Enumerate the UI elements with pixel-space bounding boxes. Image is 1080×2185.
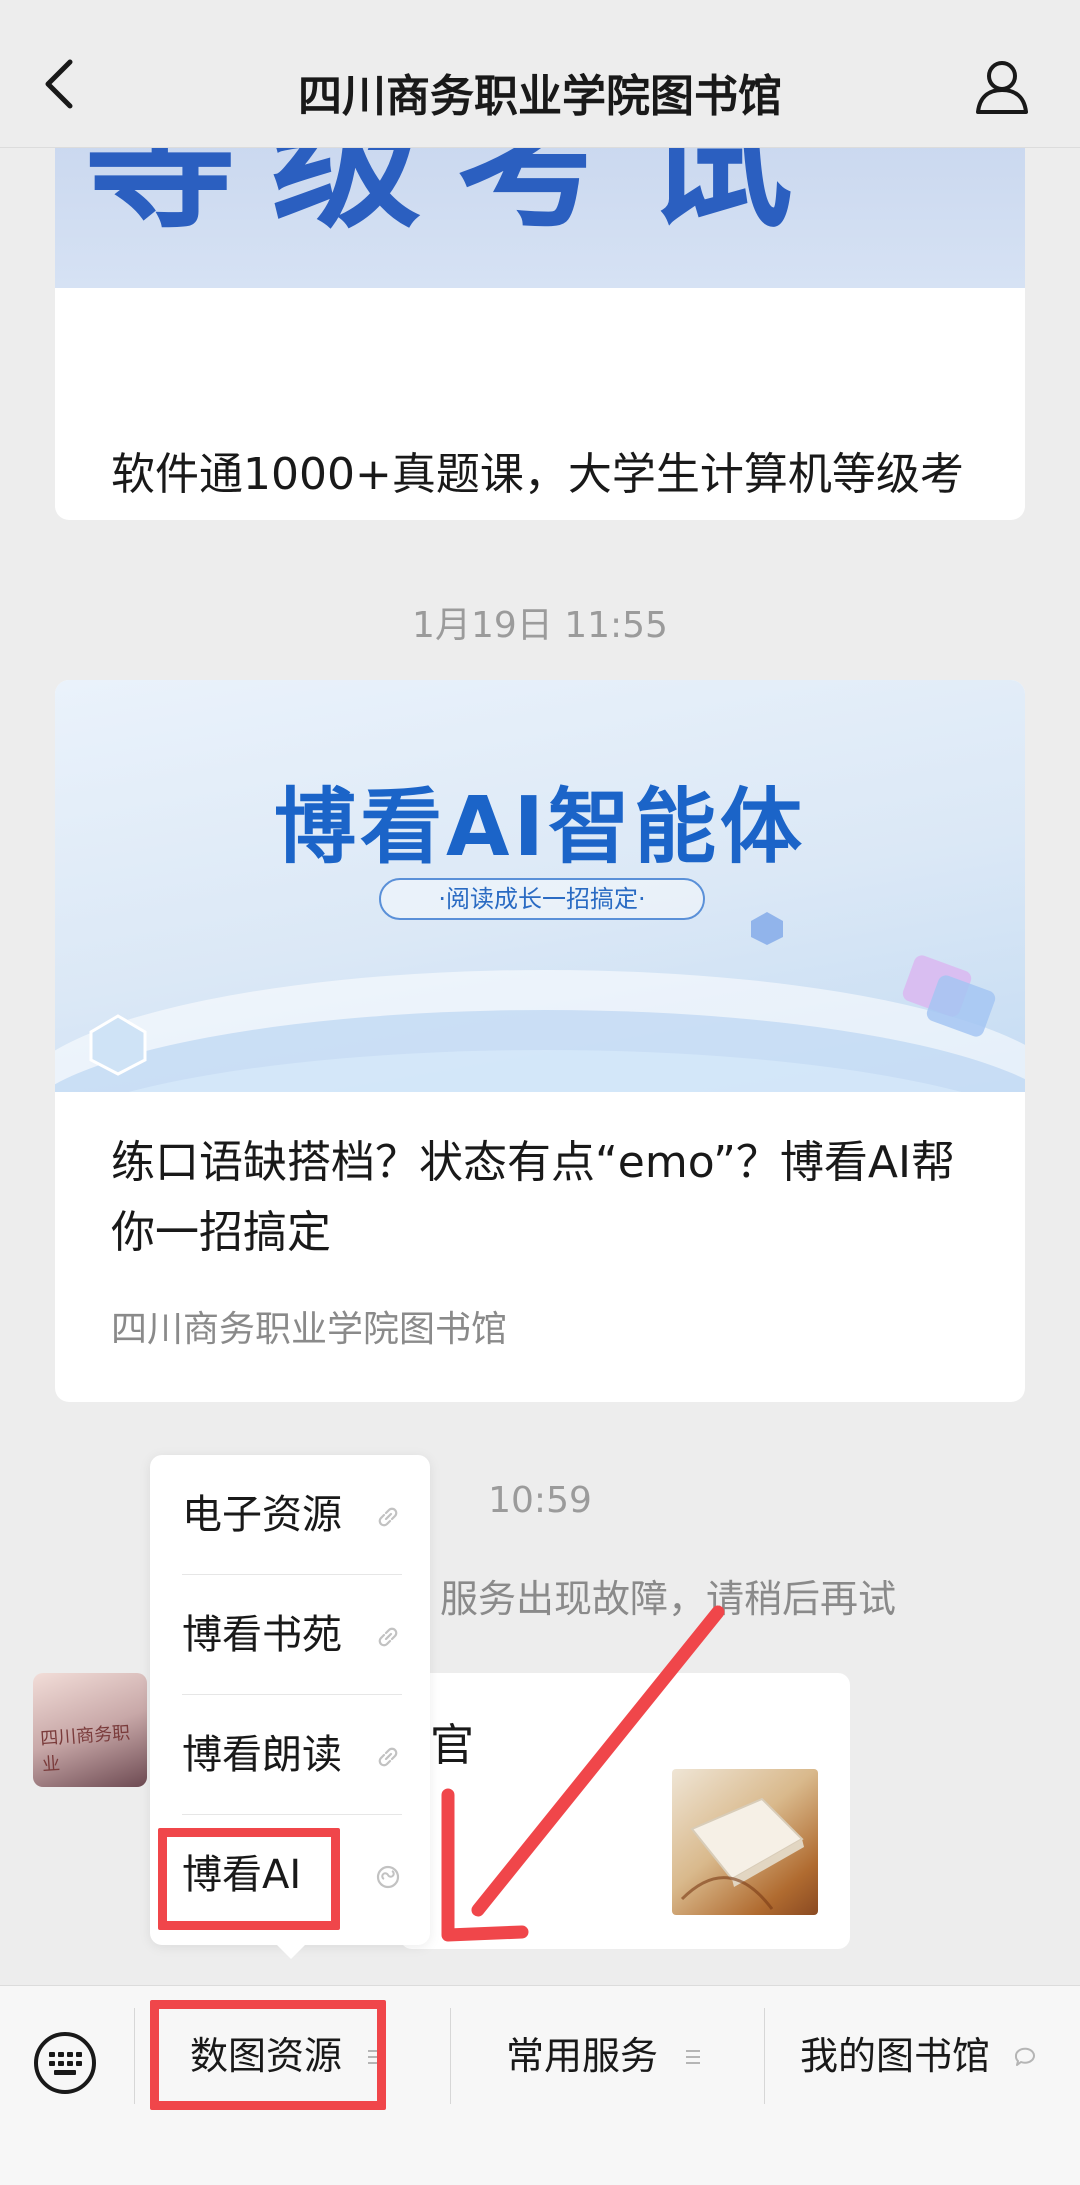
chat-bubble-icon: [1014, 2047, 1035, 2066]
mini-program-icon: [376, 1865, 400, 1889]
banner-subtitle: ·阅读成长一招搞定·: [379, 878, 705, 920]
message-thumbnail: [672, 1769, 818, 1915]
bottom-menu-bar: 数图资源 常用服务 我的图书馆: [0, 1985, 1080, 2185]
menu-item-bookan-langdu[interactable]: 博看朗读: [182, 1695, 402, 1815]
user-profile-icon[interactable]: [972, 56, 1032, 116]
menu-list-icon: [368, 2050, 382, 2064]
link-icon: [378, 1747, 398, 1767]
submenu-popup: 电子资源 博看书苑 博看朗读 博看AI: [150, 1455, 430, 1959]
decorative-cube-icon: [751, 912, 783, 945]
article-banner-image: 博看AI智能体 ·阅读成长一招搞定·: [55, 680, 1025, 1092]
article-card-1[interactable]: 等级考试 软件通1000+真题课，大学生计算机等级考试通关密码: [55, 110, 1025, 520]
tab-data-resources[interactable]: 数图资源: [190, 1986, 342, 2126]
service-error-notice: 服务出现故障，请稍后再试: [440, 1577, 897, 1621]
menu-item-bookan-ai[interactable]: 博看AI: [182, 1815, 402, 1935]
tab-common-services[interactable]: 常用服务: [506, 1986, 658, 2126]
account-avatar[interactable]: 四川商务职业: [33, 1673, 147, 1787]
message-card[interactable]: 官: [400, 1673, 850, 1949]
menu-item-e-resources[interactable]: 电子资源: [182, 1455, 402, 1575]
menu-item-bookan-shuyuan[interactable]: 博看书苑: [182, 1575, 402, 1695]
article-title: 练口语缺搭档？状态有点“emo”？博看AI帮你一招搞定: [111, 1137, 955, 1258]
message-title: 官: [430, 1720, 474, 1771]
menu-list-icon: [686, 2050, 700, 2064]
keyboard-toggle-icon[interactable]: [32, 2030, 98, 2096]
tab-my-library[interactable]: 我的图书馆: [800, 1986, 990, 2126]
link-icon: [378, 1507, 398, 1527]
page-title: 四川商务职业学院图书馆: [298, 71, 782, 122]
article-card-2[interactable]: 博看AI智能体 ·阅读成长一招搞定· 练口语缺搭档？状态有点“emo”？博看AI…: [55, 680, 1025, 1402]
banner-title: 博看AI智能体: [274, 780, 806, 875]
article-source: 四川商务职业学院图书馆: [111, 1309, 508, 1350]
message-timestamp: 1月19日 11:55: [412, 605, 668, 646]
decorative-cube-icon: [902, 955, 996, 1037]
top-navbar: 四川商务职业学院图书馆: [0, 0, 1080, 148]
link-icon: [378, 1627, 398, 1647]
decorative-cube-icon: [89, 1014, 147, 1076]
article-title: 软件通1000+真题课，大学生计算机等级考试通关密码: [111, 449, 964, 520]
